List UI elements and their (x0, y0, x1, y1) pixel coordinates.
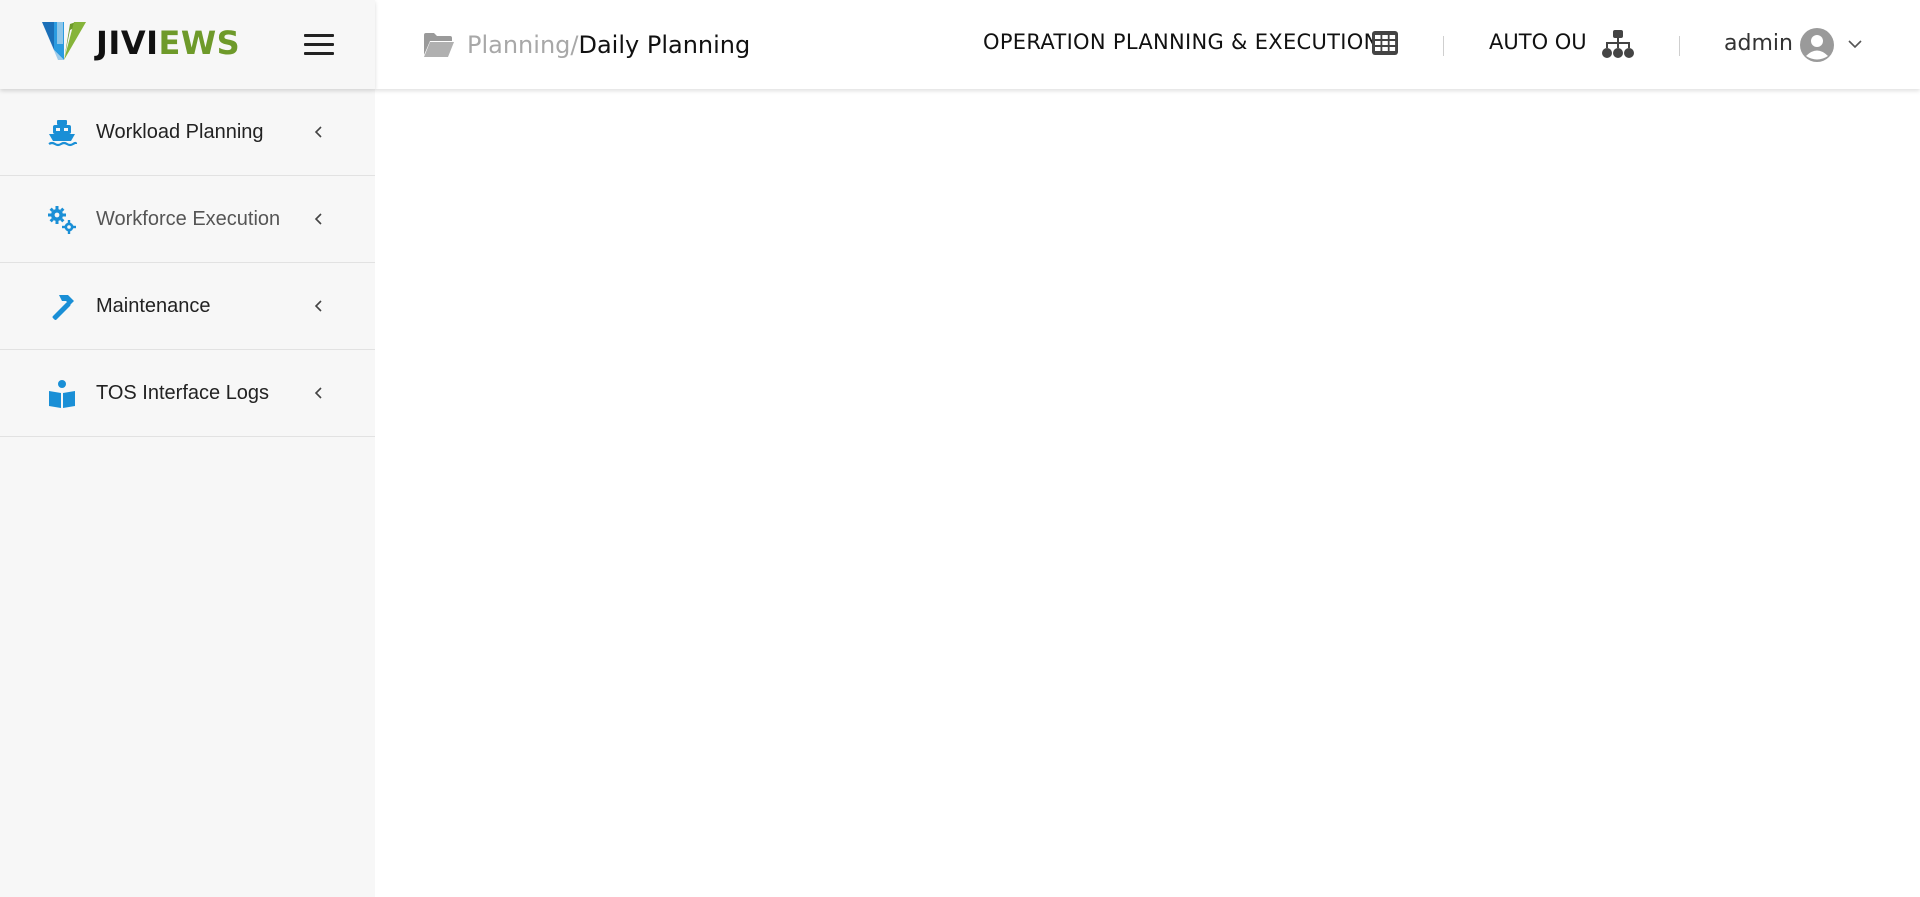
hamburger-icon[interactable] (302, 31, 336, 57)
breadcrumb-parent[interactable]: Planning (467, 31, 570, 59)
breadcrumb-separator: / (570, 31, 579, 59)
chevron-left-icon (314, 387, 322, 399)
hammer-icon (52, 295, 74, 320)
sidebar-item-label: Maintenance (96, 294, 211, 317)
user-circle-icon[interactable] (1799, 27, 1835, 63)
sidebar-item-label: TOS Interface Logs (96, 381, 270, 404)
sidebar-item-workforce-execution[interactable]: Workforce Execution (0, 176, 375, 263)
sidebar-item-tos-interface-logs[interactable]: TOS Interface Logs (0, 350, 375, 437)
chevron-left-icon (314, 126, 322, 138)
logo-mark-icon (42, 22, 86, 60)
logo-text-green: EWS (158, 24, 241, 62)
ship-icon (48, 120, 78, 147)
book-reader-icon (49, 380, 75, 408)
breadcrumb: Planning / Daily Planning (423, 28, 750, 62)
chevron-down-icon[interactable] (1847, 38, 1863, 50)
main-content (375, 89, 1920, 897)
logo-text: JIVIEWS (96, 20, 240, 66)
brand-bar: JIVIEWS (0, 0, 375, 89)
sitemap-icon[interactable] (1601, 29, 1635, 59)
logo-text-dark: JIVI (96, 24, 159, 62)
ou-label: AUTO OU (1489, 30, 1587, 54)
header-divider (1443, 36, 1444, 56)
cogs-icon (48, 206, 76, 234)
sidebar-item-label: Workload Planning (96, 120, 264, 143)
sidebar-item-maintenance[interactable]: Maintenance (0, 263, 375, 350)
user-name[interactable]: admin (1724, 31, 1793, 56)
logo[interactable]: JIVIEWS (40, 20, 240, 66)
chevron-left-icon (314, 213, 322, 225)
chevron-left-icon (314, 300, 322, 312)
grid-icon[interactable] (1371, 30, 1399, 56)
top-header: Planning / Daily Planning OPERATION PLANNI… (375, 0, 1920, 89)
breadcrumb-current: Daily Planning (578, 31, 751, 59)
module-label: OPERATION PLANNING & EXECUTION (983, 30, 1380, 54)
sidebar: JIVIEWS Workload Planning Workforce Exec… (0, 0, 375, 897)
sidebar-nav: Workload Planning Workforce Execution Ma… (0, 89, 375, 437)
sidebar-item-workload-planning[interactable]: Workload Planning (0, 89, 375, 176)
folder-open-icon (424, 33, 454, 57)
sidebar-item-label: Workforce Execution (96, 207, 281, 230)
header-divider (1679, 36, 1680, 56)
